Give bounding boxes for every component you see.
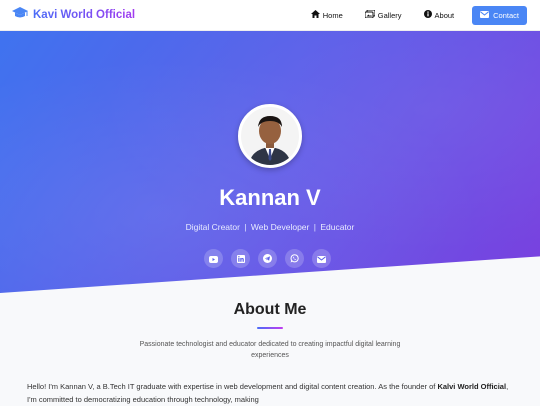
- info-icon: [423, 10, 432, 20]
- contact-button[interactable]: Contact: [472, 5, 527, 25]
- nav-gallery-label: Gallery: [377, 10, 402, 20]
- home-icon: [310, 10, 320, 20]
- about-body: Hello! I'm Kannan V, a B.Tech IT graduat…: [27, 380, 517, 406]
- contact-button-label: Contact: [493, 10, 519, 20]
- nav-about-label: About: [434, 10, 455, 20]
- telegram-icon: [263, 250, 272, 268]
- linkedin-icon: [236, 250, 245, 268]
- nav-home[interactable]: Home: [310, 10, 343, 20]
- tag-web-developer: Web Developer: [250, 222, 310, 232]
- tag-digital-creator: Digital Creator: [185, 222, 240, 232]
- top-navbar: Kavi World Official Home Gallery About C…: [0, 0, 540, 31]
- title-divider: [257, 327, 283, 329]
- youtube-link[interactable]: [204, 249, 223, 268]
- profile-tagline: Digital Creator | Web Developer | Educat…: [0, 222, 540, 232]
- about-body-text: Hello! I'm Kannan V, a B.Tech IT graduat…: [27, 382, 438, 391]
- linkedin-link[interactable]: [231, 249, 250, 268]
- about-body-brand: Kalvi World Official: [437, 382, 507, 391]
- brand[interactable]: Kavi World Official: [12, 6, 135, 24]
- email-icon: [317, 250, 326, 268]
- graduation-cap-icon: [12, 6, 28, 24]
- email-link[interactable]: [312, 249, 331, 268]
- profile-name: Kannan V: [219, 185, 321, 210]
- tag-separator: |: [244, 222, 247, 232]
- whatsapp-icon: [290, 250, 299, 268]
- hero-section: Kannan V Digital Creator | Web Developer…: [0, 31, 540, 293]
- whatsapp-link[interactable]: [285, 249, 304, 268]
- tag-separator: |: [313, 222, 316, 232]
- social-links: [204, 249, 331, 268]
- tag-educator: Educator: [320, 222, 355, 232]
- about-subtitle: Passionate technologist and educator ded…: [139, 341, 401, 359]
- brand-name: Kavi World Official: [33, 9, 136, 21]
- nav-about[interactable]: About: [423, 10, 455, 20]
- youtube-icon: [209, 250, 218, 268]
- profile-avatar: [238, 104, 302, 168]
- envelope-icon: [480, 10, 490, 20]
- nav-gallery[interactable]: Gallery: [364, 9, 402, 20]
- about-title: About Me: [233, 301, 307, 318]
- gallery-icon: [364, 9, 376, 20]
- nav-menu: Home Gallery About Contact: [289, 5, 527, 25]
- telegram-link[interactable]: [258, 249, 277, 268]
- nav-home-label: Home: [322, 10, 343, 20]
